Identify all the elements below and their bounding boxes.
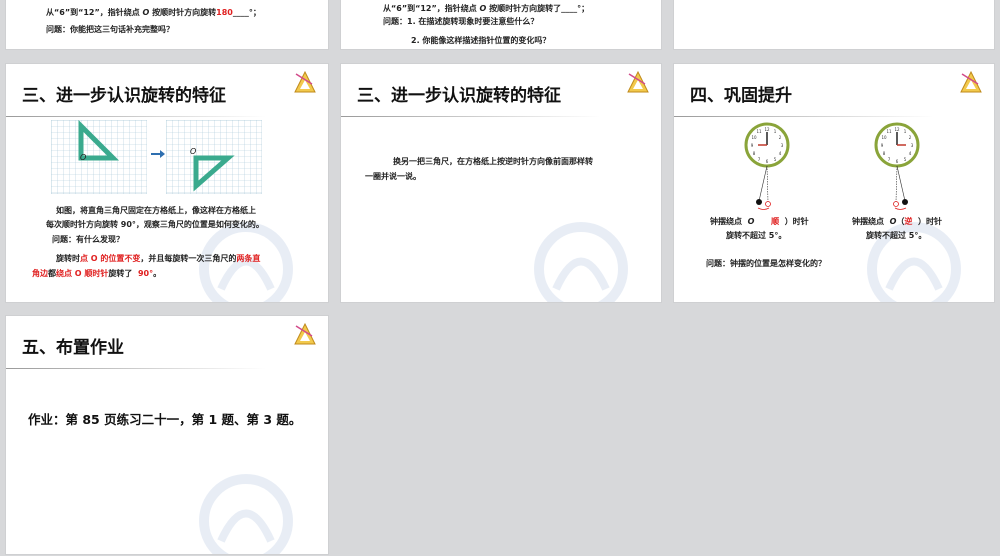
svg-text:3: 3 (781, 143, 784, 148)
question-1: 问题：1. 在描述旋转现象时要注意些什么？ (383, 17, 539, 26)
answer-seg: 90° (137, 269, 154, 278)
answer-seg: 点 O 的 (80, 254, 109, 263)
slide-title: 三、进一步认识旋转的特征 (22, 86, 226, 106)
point-o: O (142, 8, 150, 17)
caption-seg: 钟摆绕点 (710, 217, 742, 226)
svg-text:5: 5 (774, 157, 777, 162)
paragraph-2: 每次顺时针方向旋转 90°，观察三角尺的位置是如何变化的。 (46, 220, 264, 229)
caption-seg: ）时针 (917, 217, 942, 226)
slide-rotation-features-2[interactable]: 三、进一步认识旋转的特征 换另一把三角尺，在方格纸上按逆时针方向像前面那样转 一… (340, 63, 662, 303)
answer-seg: 旋转时 (56, 254, 80, 263)
svg-text:3: 3 (911, 143, 914, 148)
text-b: 按顺时针方向旋转 (152, 8, 217, 17)
drafting-triangle-logo-icon (294, 322, 316, 345)
title-divider (6, 368, 266, 369)
watermark-icon (199, 474, 293, 554)
svg-text:4: 4 (909, 151, 912, 156)
question-text: 问题：有什么发现？ (52, 235, 124, 244)
svg-text:8: 8 (883, 151, 886, 156)
caption-seg: 钟摆绕点 (852, 217, 884, 226)
answer-seg: 角边 (32, 269, 48, 278)
text-line: 从“6”到“12”，指针绕点 O 按顺时针方向旋转了____°； (383, 3, 589, 14)
answer-seg: 两条直 (236, 254, 261, 263)
drafting-triangle-logo-icon (960, 70, 982, 93)
left-caption-2: 旋转不超过 5°。 (726, 231, 787, 240)
text-a: 从“6”到“12”，指针绕点 (46, 8, 140, 17)
slide-homework[interactable]: 五、布置作业 作业：第 85 页练习二十一，第 1 题、第 3 题。 (5, 315, 329, 555)
slide-consolidate[interactable]: 四、巩固提升 12 6 3 9 1245 7 8 10 11 12 6 3 9 1245 7 8 10… (673, 63, 995, 303)
svg-text:2: 2 (779, 135, 782, 140)
text-b: 按顺时针方向旋转了____°； (489, 4, 590, 13)
slide-title: 五、布置作业 (22, 338, 124, 358)
slide-rotation-features-1[interactable]: 三、进一步认识旋转的特征 O O 如图，将直角三角尺固定在方格纸上，像这样在方格… (5, 63, 329, 303)
point-o: O (479, 4, 487, 13)
answer-seg: 都 (48, 269, 56, 278)
svg-text:5: 5 (904, 157, 907, 162)
watermark-icon (867, 222, 961, 302)
right-caption-2: 旋转不超过 5°。 (866, 231, 927, 240)
text-end: °； (248, 8, 261, 17)
svg-text:1: 1 (774, 129, 777, 134)
caption-seg: ）时针 (784, 217, 809, 226)
answer-line-1: 旋转时点 O 的位置不变，并且每旋转一次三角尺的两条直 (56, 253, 260, 264)
svg-text:9: 9 (751, 143, 754, 148)
grid-figure-before (51, 120, 147, 194)
text-a: 从“6”到“12”，指针绕点 (383, 4, 477, 13)
svg-text:9: 9 (881, 143, 884, 148)
question-text: 问题：你能把这三句话补充完整吗？ (46, 25, 174, 34)
arrow-right-icon (151, 150, 165, 158)
drafting-triangle-logo-icon (294, 70, 316, 93)
answer-text: 180 (216, 8, 233, 17)
answer-text: 逆 (904, 217, 913, 226)
homework-text: 作业：第 85 页练习二十一，第 1 题、第 3 题。 (28, 412, 302, 427)
svg-text:12: 12 (894, 127, 900, 132)
title-divider (674, 116, 934, 117)
grid-figure-after (166, 120, 262, 194)
svg-text:10: 10 (881, 135, 887, 140)
answer-line-2: 角边都绕点 O 顺时针旋转了 90°。 (32, 268, 161, 279)
point-o-label: O (190, 147, 197, 156)
pendulum-clock-right-icon: 12 6 3 9 12 45 78 1011 (874, 122, 920, 210)
slide-title: 四、巩固提升 (690, 86, 792, 106)
svg-text:6: 6 (766, 159, 769, 164)
title-divider (341, 116, 601, 117)
pendulum-clock-left-icon: 12 6 3 9 12 45 78 1011 (744, 122, 790, 210)
answer-seg: 。 (153, 269, 162, 278)
paragraph-2: 一圈并说一说。 (365, 172, 421, 181)
svg-text:10: 10 (751, 135, 757, 140)
svg-text:4: 4 (779, 151, 782, 156)
svg-text:7: 7 (888, 157, 891, 162)
point-o-label: O (80, 153, 87, 162)
svg-text:1: 1 (904, 129, 907, 134)
svg-text:11: 11 (886, 129, 892, 134)
text-line: 从“6”到“12”，指针绕点 O 按顺时针方向旋转180____°； (46, 8, 261, 17)
slide-top-left[interactable]: 从“6”到“12”，指针绕点 O 按顺时针方向旋转180____°； 问题：你能… (5, 0, 329, 50)
svg-text:7: 7 (758, 157, 761, 162)
point-o: O (747, 217, 755, 226)
title-divider (6, 116, 266, 117)
paragraph-1: 换另一把三角尺，在方格纸上按逆时针方向像前面那样转 (393, 157, 593, 166)
answer-seg: 旋转了 (108, 269, 133, 278)
svg-text:11: 11 (756, 129, 762, 134)
drafting-triangle-logo-icon (627, 70, 649, 93)
watermark-icon (534, 222, 628, 302)
answer-seg: 绕点 O 顺时针 (56, 269, 109, 278)
svg-text:12: 12 (764, 127, 770, 132)
svg-text:8: 8 (753, 151, 756, 156)
slide-top-mid[interactable]: 从“6”到“12”，指针绕点 O 按顺时针方向旋转了____°； 问题：1. 在… (340, 0, 662, 50)
slide-top-right[interactable] (673, 0, 995, 50)
left-caption-1: 钟摆绕点 O 顺 ）时针 (710, 216, 809, 227)
answer-seg: ，并且每旋转一次三角尺的 (140, 254, 237, 263)
question-text: 问题：钟摆的位置是怎样变化的？ (706, 259, 826, 268)
answer-seg: 位置不变 (108, 254, 141, 263)
question-2: 2. 你能像这样描述指针位置的变化吗？ (411, 36, 551, 45)
right-caption-1: 钟摆绕点 O（逆 ）时针 (852, 216, 942, 227)
svg-text:2: 2 (909, 135, 912, 140)
answer-text: 顺 (771, 217, 780, 226)
svg-text:6: 6 (896, 159, 899, 164)
slide-title: 三、进一步认识旋转的特征 (357, 86, 561, 106)
paragraph-1: 如图，将直角三角尺固定在方格纸上，像这样在方格纸上 (56, 206, 256, 215)
